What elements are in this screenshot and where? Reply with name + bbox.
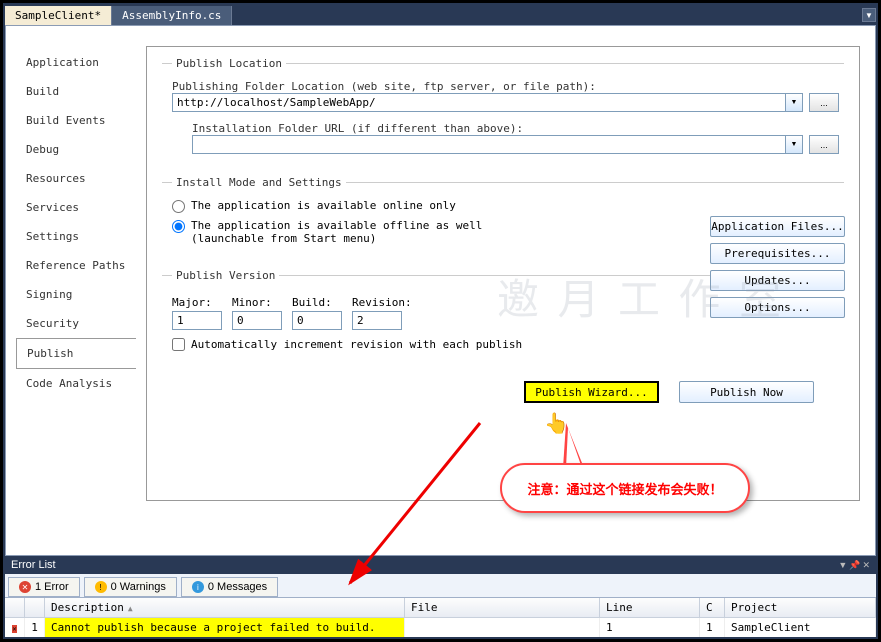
row-c: 1 [700, 618, 725, 637]
build-input[interactable] [292, 311, 342, 330]
sort-ascending-icon: ▲ [128, 604, 133, 613]
minor-input[interactable] [232, 311, 282, 330]
warning-icon: ! [95, 581, 107, 593]
publish-panel: Publish Location Publishing Folder Locat… [146, 46, 860, 501]
row-error-icon: ✕ [5, 618, 25, 637]
side-tab-application[interactable]: Application [16, 48, 136, 77]
updates-button[interactable]: Updates... [710, 270, 845, 291]
offline-radio[interactable] [172, 220, 185, 233]
publish-version-legend: Publish Version [172, 269, 279, 282]
install-mode-legend: Install Mode and Settings [172, 176, 346, 189]
side-tab-build[interactable]: Build [16, 77, 136, 106]
build-label: Build: [292, 296, 342, 309]
col-project-header[interactable]: Project [725, 598, 876, 617]
publish-location-legend: Publish Location [172, 57, 286, 70]
info-icon: i [192, 581, 204, 593]
major-label: Major: [172, 296, 222, 309]
online-only-radio[interactable] [172, 200, 185, 213]
error-filter-tabs: ✕ 1 Error ! 0 Warnings i 0 Messages [5, 574, 876, 598]
error-icon: ✕ [19, 581, 31, 593]
row-description: Cannot publish because a project failed … [45, 618, 405, 637]
side-tab-build-events[interactable]: Build Events [16, 106, 136, 135]
publishing-folder-browse[interactable]: ... [809, 93, 839, 112]
install-folder-browse[interactable]: ... [809, 135, 839, 154]
side-tab-security[interactable]: Security [16, 309, 136, 338]
minor-label: Minor: [232, 296, 282, 309]
error-list-title: Error List [11, 559, 56, 571]
panel-pin-icon[interactable]: 📌 [849, 560, 860, 571]
error-row[interactable]: ✕ 1 Cannot publish because a project fai… [5, 618, 876, 637]
row-line: 1 [600, 618, 700, 637]
col-icon-header[interactable] [5, 598, 25, 617]
tab-overflow-button[interactable]: ▼ [862, 8, 876, 22]
row-num: 1 [25, 618, 45, 637]
auto-increment-checkbox[interactable] [172, 338, 185, 351]
main-properties-area: Application Build Build Events Debug Res… [5, 25, 876, 556]
row-project: SampleClient [725, 618, 876, 637]
online-only-label: The application is available online only [191, 199, 456, 212]
publishing-folder-dropdown[interactable]: ▼ [786, 93, 803, 112]
warnings-count-label: 0 Warnings [111, 581, 166, 593]
publish-action-row: Publish Wizard... Publish Now [162, 381, 844, 403]
panel-controls: ▼ 📌 ✕ [838, 560, 870, 571]
major-input[interactable] [172, 311, 222, 330]
col-c-header[interactable]: C [700, 598, 725, 617]
application-files-button[interactable]: Application Files... [710, 216, 845, 237]
side-tab-debug[interactable]: Debug [16, 135, 136, 164]
auto-increment-label: Automatically increment revision with ea… [191, 338, 522, 351]
messages-tab[interactable]: i 0 Messages [181, 577, 278, 597]
revision-label: Revision: [352, 296, 412, 309]
warnings-tab[interactable]: ! 0 Warnings [84, 577, 177, 597]
side-tab-signing[interactable]: Signing [16, 280, 136, 309]
side-tab-settings[interactable]: Settings [16, 222, 136, 251]
options-button[interactable]: Options... [710, 297, 845, 318]
side-tab-resources[interactable]: Resources [16, 164, 136, 193]
settings-button-column: Application Files... Prerequisites... Up… [710, 216, 845, 318]
prerequisites-button[interactable]: Prerequisites... [710, 243, 845, 264]
errors-count-label: 1 Error [35, 581, 69, 593]
install-folder-label: Installation Folder URL (if different th… [192, 122, 839, 135]
error-grid-header: Description▲ File Line C Project [5, 598, 876, 618]
tab-assemblyinfo[interactable]: AssemblyInfo.cs [112, 6, 232, 25]
install-folder-dropdown[interactable]: ▼ [786, 135, 803, 154]
tab-sampleclient[interactable]: SampleClient* [5, 6, 112, 25]
publish-location-group: Publish Location Publishing Folder Locat… [162, 57, 844, 170]
row-file [405, 618, 600, 637]
col-num-header[interactable] [25, 598, 45, 617]
col-description-header[interactable]: Description▲ [45, 598, 405, 617]
error-list-title-bar: Error List ▼ 📌 ✕ [5, 556, 876, 574]
panel-menu-icon[interactable]: ▼ [838, 560, 847, 571]
side-tab-reference-paths[interactable]: Reference Paths [16, 251, 136, 280]
publish-wizard-button[interactable]: Publish Wizard... [524, 381, 659, 403]
error-list-panel: Error List ▼ 📌 ✕ ✕ 1 Error ! 0 Warnings i0… [5, 556, 876, 637]
messages-count-label: 0 Messages [208, 581, 267, 593]
revision-input[interactable] [352, 311, 402, 330]
errors-tab[interactable]: ✕ 1 Error [8, 577, 80, 597]
document-tabbar: SampleClient* AssemblyInfo.cs ▼ [5, 5, 876, 25]
side-tab-services[interactable]: Services [16, 193, 136, 222]
col-line-header[interactable]: Line [600, 598, 700, 617]
publishing-folder-input[interactable] [172, 93, 786, 112]
error-grid: Description▲ File Line C Project ✕ 1 Can… [5, 598, 876, 637]
side-tab-publish[interactable]: Publish [16, 338, 136, 369]
publish-now-button[interactable]: Publish Now [679, 381, 814, 403]
side-tab-code-analysis[interactable]: Code Analysis [16, 369, 136, 398]
col-file-header[interactable]: File [405, 598, 600, 617]
panel-close-icon[interactable]: ✕ [862, 560, 870, 571]
install-folder-input[interactable] [192, 135, 786, 154]
property-page-tabs: Application Build Build Events Debug Res… [16, 48, 136, 398]
publishing-folder-label: Publishing Folder Location (web site, ft… [172, 80, 839, 93]
offline-label: The application is available offline as … [191, 219, 541, 245]
